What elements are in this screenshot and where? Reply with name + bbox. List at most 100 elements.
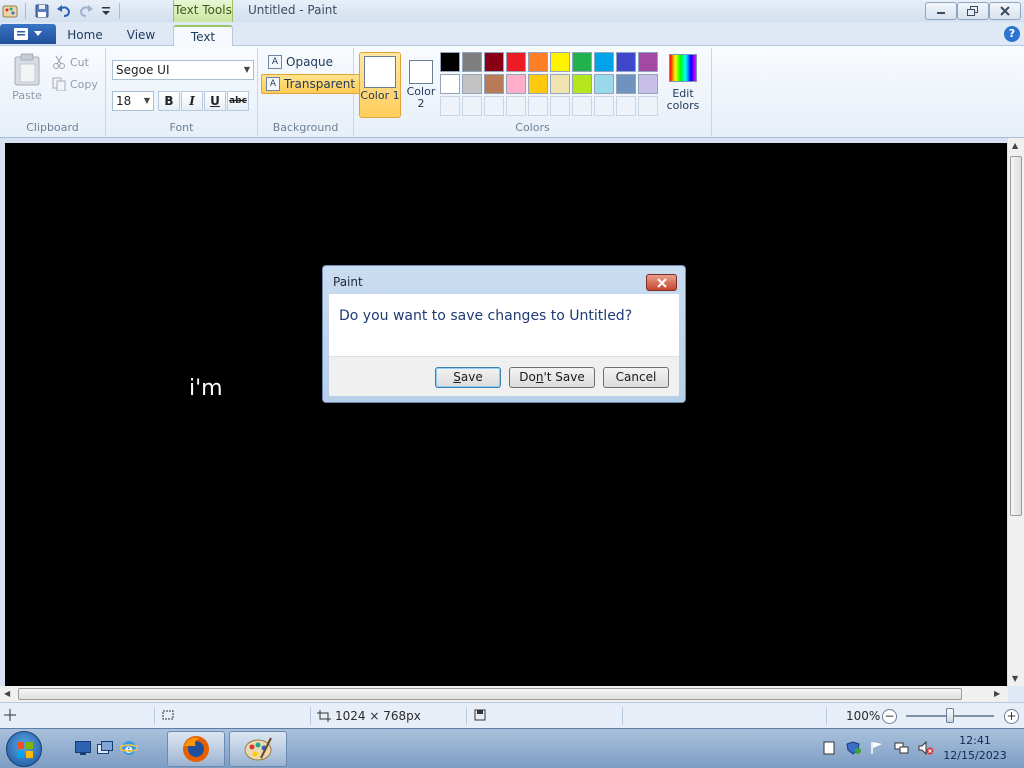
- minimize-icon: [937, 12, 945, 14]
- palette-swatch[interactable]: [506, 74, 526, 94]
- switch-windows-icon[interactable]: [97, 741, 113, 758]
- volume-muted-icon[interactable]: [918, 740, 934, 756]
- action-center-icon[interactable]: [822, 741, 836, 755]
- tab-home[interactable]: Home: [62, 25, 108, 46]
- cursor-position-icon: [4, 709, 16, 721]
- security-shield-icon[interactable]: [846, 741, 861, 755]
- palette-swatch[interactable]: [594, 74, 614, 94]
- canvas-text[interactable]: i'm: [189, 376, 223, 401]
- zoom-in-button[interactable]: +: [1004, 709, 1019, 724]
- palette-swatch[interactable]: [550, 52, 570, 72]
- paint-menu-button[interactable]: [0, 24, 56, 44]
- scroll-up-icon[interactable]: ▲: [1012, 141, 1018, 150]
- palette-custom-slot[interactable]: [550, 96, 570, 116]
- start-button[interactable]: [6, 731, 42, 767]
- strikethrough-button[interactable]: abc: [227, 91, 249, 111]
- palette-custom-slot[interactable]: [440, 96, 460, 116]
- network-icon[interactable]: [894, 741, 909, 755]
- help-icon[interactable]: ?: [1004, 26, 1020, 42]
- palette-swatch[interactable]: [528, 52, 548, 72]
- paint-app-icon[interactable]: [2, 3, 18, 19]
- system-clock[interactable]: 12:41 12/15/2023: [940, 733, 1010, 763]
- firefox-icon: [183, 736, 209, 762]
- color1-button[interactable]: Color 1: [359, 52, 401, 118]
- scroll-right-icon[interactable]: ▶: [994, 689, 1000, 698]
- palette-custom-slot[interactable]: [462, 96, 482, 116]
- save-button[interactable]: Save: [435, 367, 501, 388]
- show-desktop-icon[interactable]: [75, 741, 91, 758]
- cut-button[interactable]: Cut: [52, 55, 89, 69]
- qat-separator: [25, 3, 26, 19]
- palette-swatch[interactable]: [594, 52, 614, 72]
- dont-save-button[interactable]: Don't Save: [509, 367, 595, 388]
- save-icon[interactable]: [33, 3, 51, 19]
- palette-swatch[interactable]: [506, 52, 526, 72]
- dialog-close-button[interactable]: [646, 274, 677, 291]
- horizontal-scrollbar[interactable]: ◀ ▶: [0, 686, 1008, 702]
- zoom-out-button[interactable]: −: [882, 709, 897, 724]
- palette-custom-slot[interactable]: [594, 96, 614, 116]
- status-separator: [622, 707, 623, 725]
- font-size-select[interactable]: 18 ▼: [112, 91, 154, 111]
- internet-explorer-icon[interactable]: e: [119, 739, 139, 760]
- palette-swatch[interactable]: [484, 52, 504, 72]
- clipboard-group: Paste Cut Copy Clipboard: [0, 48, 106, 136]
- flag-icon[interactable]: [870, 741, 884, 755]
- color1-label: Color 1: [360, 89, 400, 102]
- minimize-button[interactable]: [925, 2, 957, 20]
- palette-swatch[interactable]: [462, 52, 482, 72]
- tab-view[interactable]: View: [118, 25, 164, 46]
- close-window-button[interactable]: [989, 2, 1021, 20]
- palette-swatch[interactable]: [528, 74, 548, 94]
- italic-button[interactable]: I: [181, 91, 203, 111]
- horizontal-scroll-thumb[interactable]: [18, 688, 962, 700]
- tab-text[interactable]: Text: [173, 25, 233, 46]
- zoom-slider-thumb[interactable]: [946, 708, 954, 723]
- paste-button[interactable]: Paste: [10, 52, 44, 102]
- status-separator: [154, 707, 155, 725]
- opaque-button[interactable]: A Opaque: [264, 52, 337, 72]
- underline-button[interactable]: U: [204, 91, 226, 111]
- palette-swatch[interactable]: [638, 74, 658, 94]
- font-family-select[interactable]: Segoe UI ▼: [112, 60, 254, 80]
- palette-swatch[interactable]: [484, 74, 504, 94]
- opaque-icon: A: [268, 55, 282, 69]
- svg-text:e: e: [125, 742, 133, 756]
- paint-palette-icon: [244, 737, 272, 761]
- palette-custom-slot[interactable]: [506, 96, 526, 116]
- palette-swatch[interactable]: [550, 74, 570, 94]
- edit-colors-button[interactable]: Edit colors: [664, 54, 702, 112]
- cancel-button[interactable]: Cancel: [603, 367, 669, 388]
- palette-swatch[interactable]: [462, 74, 482, 94]
- bold-button[interactable]: B: [158, 91, 180, 111]
- chevron-down-icon: [34, 31, 42, 36]
- restore-button[interactable]: [957, 2, 989, 20]
- firefox-taskbar-button[interactable]: [167, 731, 225, 767]
- palette-custom-slot[interactable]: [572, 96, 592, 116]
- palette-swatch[interactable]: [572, 52, 592, 72]
- palette-swatch[interactable]: [572, 74, 592, 94]
- paint-taskbar-button[interactable]: [229, 731, 287, 767]
- vertical-scrollbar[interactable]: ▲ ▼: [1008, 138, 1024, 686]
- font-group: Segoe UI ▼ 18 ▼ B I U abc Font: [106, 48, 258, 136]
- qat-customize-icon[interactable]: [97, 3, 115, 19]
- palette-custom-slot[interactable]: [638, 96, 658, 116]
- scroll-left-icon[interactable]: ◀: [4, 689, 10, 698]
- palette-custom-slot[interactable]: [484, 96, 504, 116]
- redo-icon[interactable]: [77, 3, 95, 19]
- palette-swatch[interactable]: [616, 52, 636, 72]
- vertical-scroll-thumb[interactable]: [1010, 156, 1022, 516]
- palette-swatch[interactable]: [440, 52, 460, 72]
- title-bar: Text Tools Untitled - Paint: [0, 0, 1024, 22]
- palette-custom-slot[interactable]: [616, 96, 636, 116]
- drawing-canvas[interactable]: i'm: [5, 143, 1007, 686]
- transparent-button[interactable]: A Transparent: [261, 74, 361, 94]
- undo-icon[interactable]: [55, 3, 73, 19]
- palette-custom-slot[interactable]: [528, 96, 548, 116]
- palette-swatch[interactable]: [638, 52, 658, 72]
- palette-swatch[interactable]: [440, 74, 460, 94]
- palette-swatch[interactable]: [616, 74, 636, 94]
- color2-button[interactable]: Color 2: [403, 52, 439, 118]
- scroll-down-icon[interactable]: ▼: [1012, 674, 1018, 683]
- copy-button[interactable]: Copy: [52, 77, 98, 91]
